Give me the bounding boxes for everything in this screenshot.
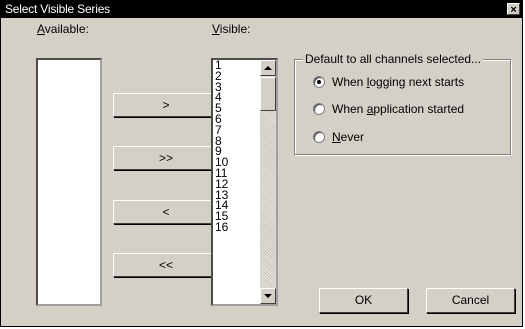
available-listbox[interactable] [36,58,102,306]
visible-listbox[interactable]: 1 2 3 4 5 6 7 8 9 10 11 12 13 14 15 16 [211,58,278,306]
radio-indicator [313,103,325,115]
remove-button[interactable]: < [113,200,219,224]
radio-label: Never [332,130,365,144]
radio-label: When application started [332,102,465,116]
remove-all-button[interactable]: << [113,253,219,277]
radio-indicator [313,76,325,88]
visible-label: Visible: [212,22,251,36]
group-title: Default to all channels selected... [303,52,484,66]
add-all-button[interactable]: >> [113,146,219,170]
add-button[interactable]: > [113,93,219,117]
available-label: Available: [37,22,89,36]
scroll-up-button[interactable] [260,60,276,76]
window-title: Select Visible Series [5,2,110,16]
scroll-thumb[interactable] [260,77,276,111]
ok-button[interactable]: OK [319,288,408,313]
select-visible-series-dialog: Select Visible Series × Available: > >> … [0,0,523,327]
radio-selected-dot [317,80,321,84]
title-bar: Select Visible Series × [1,1,522,18]
close-icon[interactable]: × [507,3,520,16]
radio-indicator [313,131,325,143]
scroll-down-button[interactable] [260,288,276,304]
arrow-down-icon [264,294,272,298]
cancel-button[interactable]: Cancel [426,288,515,313]
visible-scrollbar[interactable] [260,60,276,304]
arrow-up-icon [264,66,272,70]
radio-label: When logging next starts [332,75,465,89]
